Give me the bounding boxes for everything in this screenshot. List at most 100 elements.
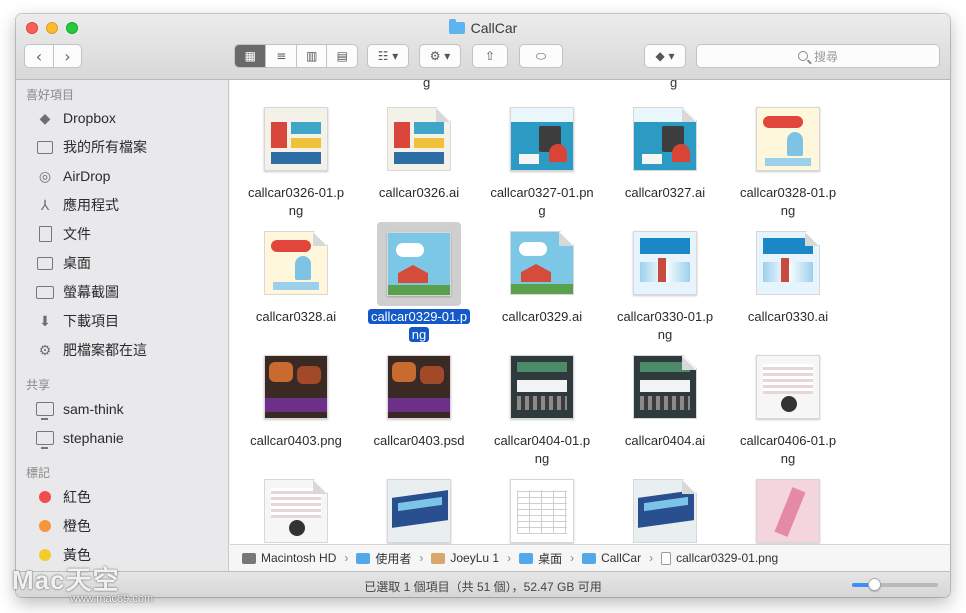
file-name: callcar0404-01.p ng (493, 433, 591, 466)
status-text: 已選取 1 個項目（共 51 個），52.47 GB 可用 (364, 580, 602, 594)
sidebar-item-label: 文件 (63, 226, 91, 242)
dropbox-menu-button[interactable]: ◆ ▾ (644, 44, 686, 68)
path-crumb-icon (242, 552, 256, 564)
sidebar-section-favorites: 喜好項目 (26, 88, 75, 102)
downloads-icon: ⬇ (39, 312, 51, 329)
red-tag-icon (35, 488, 55, 506)
documents-icon (35, 225, 55, 243)
sidebar-item-documents[interactable]: 文件 (35, 222, 91, 246)
path-crumb[interactable]: callcar0329-01.png (661, 551, 778, 565)
path-separator: › (570, 551, 575, 565)
icon-size-slider[interactable] (852, 578, 938, 591)
status-bar: 已選取 1 個項目（共 51 個），52.47 GB 可用 (16, 571, 950, 597)
path-crumb[interactable]: 使用者 (356, 550, 411, 567)
titlebar: CallCar ‹ › ▦ ≡ ▥ ▤ ☷ ▾ ⚙ ▾ ⇧ ⬭ ◆ ▾ 搜尋 (16, 14, 950, 80)
finder-window: CallCar ‹ › ▦ ≡ ▥ ▤ ☷ ▾ ⚙ ▾ ⇧ ⬭ ◆ ▾ 搜尋 喜… (16, 14, 950, 597)
file-thumbnail (756, 479, 820, 543)
sidebar-item-label: 應用程式 (63, 197, 119, 213)
sidebar-item-big-files[interactable]: ⚙ 肥檔案都在這 (35, 338, 147, 362)
path-crumb[interactable]: 桌面 (519, 550, 562, 567)
cover-flow-button[interactable]: ▤ (326, 45, 357, 67)
sidebar-item-sam-think[interactable]: sam-think (35, 397, 124, 421)
path-crumb-label: JoeyLu 1 (450, 551, 500, 565)
file-thumbnail (633, 107, 697, 171)
path-crumb[interactable]: Macintosh HD (242, 551, 336, 565)
monitor-icon (35, 429, 55, 449)
path-bar: Macintosh HD › 使用者 › JoeyLu 1 › 桌面 › CallCar › cal… (230, 544, 950, 571)
path-crumb-label: callcar0329-01.png (676, 551, 779, 565)
file-thumbnail (633, 231, 697, 295)
sidebar-tag-red[interactable]: 紅色 (35, 485, 91, 509)
sidebar-tag-orange[interactable]: 橙色 (35, 514, 91, 538)
path-separator: › (649, 551, 654, 565)
column-view-button[interactable]: ▥ (295, 45, 327, 67)
path-separator: › (507, 551, 512, 565)
action-gear-button[interactable]: ⚙ ▾ (419, 44, 461, 68)
sidebar-item-applications[interactable]: ⅄ 應用程式 (35, 193, 119, 217)
file-thumbnail (264, 231, 328, 295)
watermark-title: Mac天空 (12, 565, 120, 595)
sidebar-item-dropbox[interactable]: ◆ Dropbox (35, 106, 116, 130)
list-view-button[interactable]: ≡ (265, 45, 296, 67)
applications-icon: ⅄ (40, 196, 50, 213)
file-thumbnail (756, 355, 820, 419)
file-thumbnail-frame (630, 104, 700, 174)
slider-knob[interactable] (868, 578, 881, 591)
file-name: callcar0328-01.p ng (739, 185, 837, 218)
path-crumb[interactable]: CallCar (582, 551, 641, 565)
search-icon (797, 51, 808, 61)
gear-icon: ⚙ (38, 341, 52, 358)
file-thumbnail-frame (753, 104, 823, 174)
sidebar-item-label: sam-think (63, 401, 124, 417)
arrange-button[interactable]: ☷ ▾ (367, 44, 409, 68)
file-thumbnail (387, 479, 451, 543)
file-thumbnail (510, 355, 574, 419)
sidebar-item-label: 黃色 (63, 547, 91, 563)
path-crumb-label: CallCar (601, 551, 642, 565)
sidebar-item-airdrop[interactable]: ◎ AirDrop (35, 164, 111, 188)
sidebar: 喜好項目 ◆ Dropbox 我的所有檔案 ◎ AirDrop ⅄ 應用程式 文… (16, 80, 229, 597)
path-separator: › (344, 551, 349, 565)
file-name: callcar0329.ai (501, 309, 583, 324)
file-name: callcar0326.ai (378, 185, 460, 200)
file-thumbnail-frame (507, 228, 577, 298)
sidebar-item-label: 橙色 (63, 518, 91, 534)
folder-icon (35, 283, 55, 301)
path-crumb-label: 使用者 (375, 551, 412, 566)
forward-button[interactable]: › (52, 45, 81, 67)
share-button[interactable]: ⇧ (472, 44, 508, 68)
sidebar-item-stephanie[interactable]: stephanie (35, 426, 124, 450)
all-files-icon (35, 138, 55, 156)
watermark-url: www.mac69.com (70, 593, 154, 605)
tag-button[interactable]: ⬭ (519, 44, 563, 68)
search-placeholder: 搜尋 (813, 49, 838, 64)
sidebar-item-label: AirDrop (63, 168, 111, 184)
sidebar-item-all-files[interactable]: 我的所有檔案 (35, 135, 147, 159)
file-thumbnail-frame (630, 228, 700, 298)
sidebar-item-downloads[interactable]: ⬇ 下載項目 (35, 309, 119, 333)
sidebar-item-screenshots[interactable]: 螢幕截圖 (35, 280, 119, 304)
path-separator: › (419, 551, 424, 565)
file-thumbnail-frame (261, 228, 331, 298)
file-name: callcar0403.png (250, 433, 342, 448)
file-name: callcar0403.psd (373, 433, 465, 448)
back-button[interactable]: ‹ (25, 45, 53, 67)
desktop-icon (35, 254, 55, 272)
sidebar-tag-yellow[interactable]: 黃色 (35, 543, 91, 567)
file-name: callcar0330-01.p ng (616, 309, 714, 342)
file-thumbnail (387, 232, 451, 296)
truncated-filename: g (670, 80, 678, 90)
path-crumb[interactable]: JoeyLu 1 (431, 551, 499, 565)
sidebar-item-label: stephanie (63, 430, 124, 446)
file-thumbnail (510, 479, 574, 543)
icon-view-button[interactable]: ▦ (235, 45, 266, 67)
path-crumb-label: 桌面 (538, 551, 563, 566)
search-field[interactable]: 搜尋 (696, 44, 940, 68)
sidebar-item-desktop[interactable]: 桌面 (35, 251, 91, 275)
truncated-filename: g (423, 80, 431, 90)
file-icon-grid[interactable]: g g callcar0326-01.p ng callcar0326.ai call… (230, 80, 950, 544)
file-name: callcar0406-01.p ng (739, 433, 837, 466)
file-thumbnail (510, 231, 574, 295)
window-title: CallCar (470, 20, 518, 36)
path-crumb-icon (661, 551, 672, 565)
